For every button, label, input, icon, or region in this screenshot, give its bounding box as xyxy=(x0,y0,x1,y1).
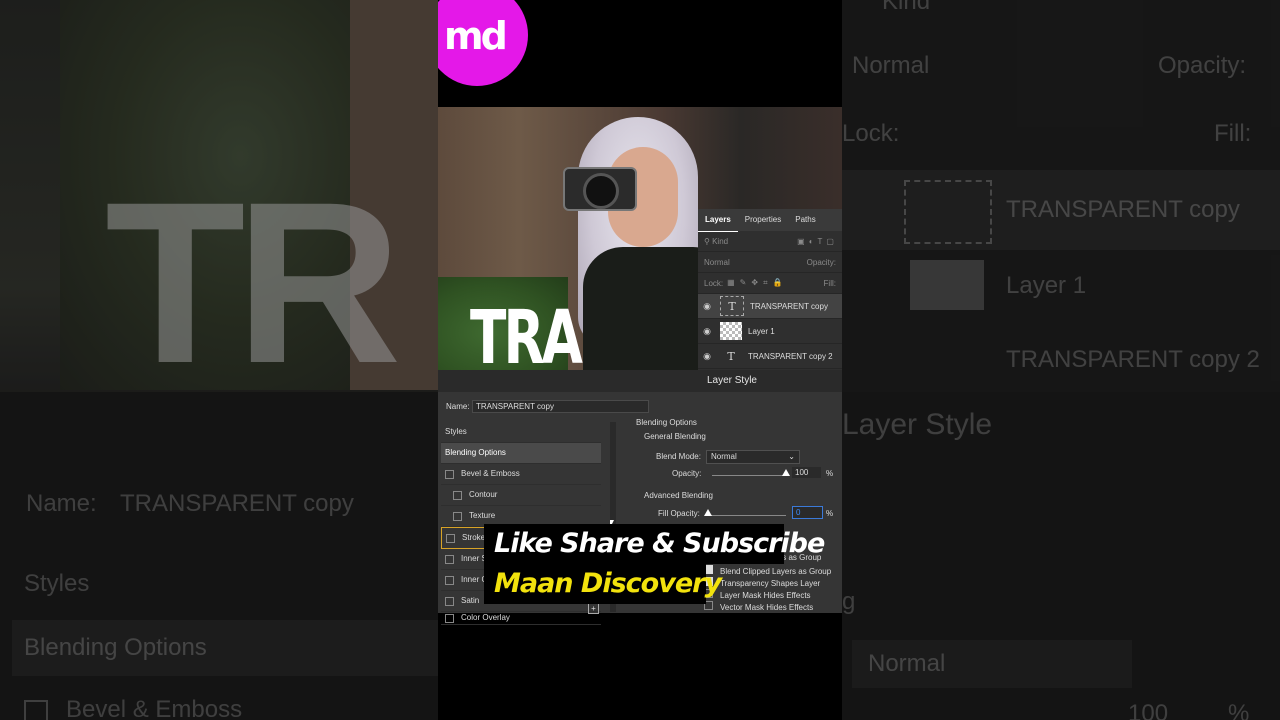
video-frame: md TRA Layers Properties Paths ⚲ Kind ▣◐… xyxy=(438,0,842,720)
camera-lens xyxy=(583,173,619,209)
filter-kind[interactable]: Kind xyxy=(712,237,728,246)
name-label: Name: xyxy=(446,402,470,411)
style-label: Contour xyxy=(469,490,498,499)
style-color-overlay[interactable]: Color Overlay xyxy=(441,612,601,625)
fill-opacity-label: Fill Opacity: xyxy=(658,509,700,518)
opacity-input[interactable]: 100 xyxy=(792,467,821,478)
layers-panel: Layers Properties Paths ⚲ Kind ▣◐T▢ Norm… xyxy=(698,209,842,370)
advanced-blending-heading: Advanced Blending xyxy=(644,491,713,500)
name-field[interactable]: TRANSPARENT copy xyxy=(472,400,649,413)
fill-opacity-slider-knob[interactable] xyxy=(704,509,712,516)
lock-label: Lock: xyxy=(704,278,724,288)
style-label: Texture xyxy=(469,511,496,520)
general-blending-heading: General Blending xyxy=(644,432,706,441)
fill-label: Fill: xyxy=(823,278,836,288)
opacity-label: Opacity: xyxy=(672,469,702,478)
dialog-title: Layer Style xyxy=(706,375,757,386)
eye-icon[interactable]: ◉ xyxy=(698,351,716,362)
layers-tabs: Layers Properties Paths xyxy=(698,209,842,232)
eye-icon[interactable]: ◉ xyxy=(698,326,716,337)
checkbox[interactable] xyxy=(445,613,454,623)
text-layer-icon: T xyxy=(727,349,735,363)
dialog-titlebar: Layer Style xyxy=(438,370,842,392)
style-blending-options[interactable]: Blending Options xyxy=(441,443,601,464)
lock-icons[interactable]: ▦✎✥⌗🔒 xyxy=(727,278,787,288)
style-label: Stroke xyxy=(462,533,486,542)
tab-layers[interactable]: Layers xyxy=(698,209,738,232)
channel-logo: md xyxy=(438,0,528,86)
layer-row-transparent-copy-2[interactable]: ◉ T TRANSPARENT copy 2 xyxy=(698,344,842,369)
chevron-down-icon: ⌄ xyxy=(788,452,795,461)
style-label: Bevel & Emboss xyxy=(461,469,520,478)
photo-canvas: TRA Layers Properties Paths ⚲ Kind ▣◐T▢ … xyxy=(438,107,842,370)
blend-row: Normal Opacity: xyxy=(698,252,842,273)
opacity-label: Opacity: xyxy=(806,257,836,267)
blend-mode-value: Normal xyxy=(711,452,737,461)
eye-icon[interactable]: ◉ xyxy=(698,301,716,312)
checkbox[interactable] xyxy=(446,533,455,543)
fill-opacity-slider[interactable] xyxy=(706,515,786,516)
photo-overlay-text: TRA xyxy=(470,295,583,370)
blending-options-heading: Blending Options xyxy=(636,418,697,427)
checkbox[interactable] xyxy=(445,596,454,606)
checkbox[interactable] xyxy=(453,511,462,521)
backdrop-left-dim xyxy=(0,0,438,720)
checkbox[interactable] xyxy=(445,469,454,479)
blend-mode-label: Blend Mode: xyxy=(656,452,701,461)
tab-paths[interactable]: Paths xyxy=(788,209,822,231)
checkbox[interactable] xyxy=(445,575,454,585)
fill-opacity-percent: % xyxy=(826,509,834,518)
checkbox[interactable] xyxy=(453,490,462,500)
layer-row-layer-1[interactable]: ◉ Layer 1 xyxy=(698,319,842,344)
styles-header[interactable]: Styles xyxy=(441,422,601,443)
backdrop-right-dim xyxy=(842,0,1280,720)
layer-filter-row[interactable]: ⚲ Kind ▣◐T▢ xyxy=(698,231,842,252)
opacity-slider[interactable] xyxy=(712,475,786,476)
fill-opacity-input[interactable]: 0 xyxy=(792,506,823,519)
logo-text: md xyxy=(444,14,508,58)
lock-row: Lock: ▦✎✥⌗🔒 Fill: xyxy=(698,273,842,294)
text-layer-icon: T xyxy=(720,296,744,316)
style-label: Inner S xyxy=(461,554,487,563)
checkbox[interactable] xyxy=(445,554,454,564)
layer-row-transparent-copy[interactable]: ◉ T TRANSPARENT copy xyxy=(698,294,842,319)
filter-icons[interactable]: ▣◐T▢ xyxy=(797,237,838,246)
layer-name: TRANSPARENT copy xyxy=(750,301,828,311)
option-label: Vector Mask Hides Effects xyxy=(720,603,814,612)
style-bevel-emboss[interactable]: Bevel & Emboss xyxy=(441,464,601,485)
layer-name: Layer 1 xyxy=(748,326,775,336)
subscribe-caption: Like Share & Subscribe Maan Discovery xyxy=(484,524,825,604)
add-style-plus-icon[interactable]: + xyxy=(588,603,599,614)
layer-name: TRANSPARENT copy 2 xyxy=(748,351,833,361)
style-contour[interactable]: Contour xyxy=(441,485,601,506)
style-label: Satin xyxy=(461,596,480,605)
style-label: Color Overlay xyxy=(461,613,510,622)
caption-line-2: Maan Discovery xyxy=(484,564,722,604)
image-thumbnail xyxy=(720,322,742,340)
caption-line-1: Like Share & Subscribe xyxy=(484,524,825,564)
search-icon: ⚲ xyxy=(704,236,713,246)
opacity-slider-knob[interactable] xyxy=(782,469,790,476)
tab-properties[interactable]: Properties xyxy=(738,209,788,231)
opacity-percent: % xyxy=(826,469,834,478)
blend-mode-select[interactable]: Normal xyxy=(704,258,730,267)
blend-mode-select[interactable]: Normal ⌄ xyxy=(706,450,800,464)
